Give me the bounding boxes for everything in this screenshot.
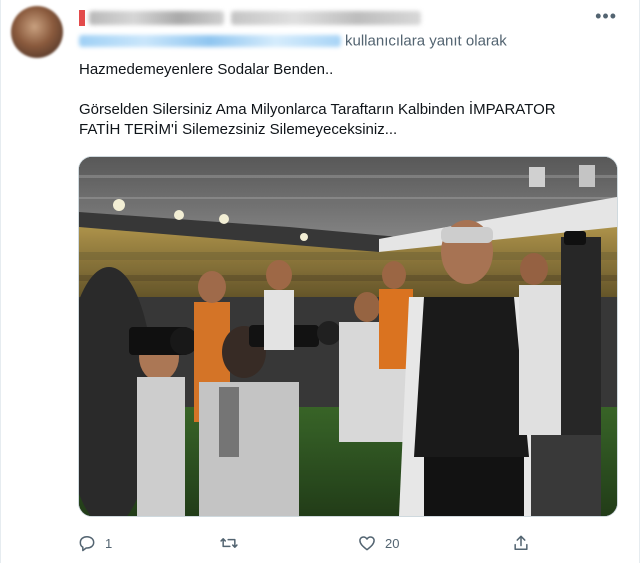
tweet-text-line: Görselden Silersiniz Ama Milyonlarca Tar… — [79, 101, 556, 118]
blurred-display-name[interactable] — [89, 11, 224, 25]
reply-context: kullanıcılara yanıt olarak — [79, 32, 619, 52]
heart-icon — [359, 536, 375, 551]
like-count: 20 — [385, 535, 400, 551]
reply-count: 1 — [105, 535, 113, 551]
stadium-photo — [79, 157, 617, 516]
share-icon — [514, 535, 528, 550]
tweet-text-line: FATİH TERİM'İ Silemezsiniz Silemeyeceksi… — [79, 121, 398, 138]
retweet-icon — [220, 538, 238, 548]
name-marker — [79, 10, 85, 26]
reply-context-label: kullanıcılara yanıt olarak — [345, 32, 507, 50]
reply-icon — [79, 536, 95, 552]
tweet-text: Hazmedemeyenlere Sodalar Benden.. Görsel… — [79, 60, 609, 140]
share-button[interactable] — [511, 532, 531, 554]
blurred-replied-users[interactable] — [79, 35, 341, 48]
more-options-button[interactable]: ••• — [595, 7, 617, 25]
tweet-text-line: Hazmedemeyenlere Sodalar Benden.. — [79, 61, 334, 78]
tweet-actions: 1 20 — [77, 532, 537, 554]
retweet-button[interactable] — [219, 532, 239, 554]
reply-button[interactable]: 1 — [77, 532, 112, 554]
like-button[interactable]: 20 — [357, 532, 399, 554]
blurred-username[interactable] — [231, 11, 421, 25]
avatar[interactable] — [11, 6, 63, 58]
tweet-photo[interactable] — [78, 156, 618, 517]
tweet-card[interactable]: ••• kullanıcılara yanıt olarak Hazmedeme… — [0, 0, 640, 563]
tweet-header — [79, 8, 599, 30]
